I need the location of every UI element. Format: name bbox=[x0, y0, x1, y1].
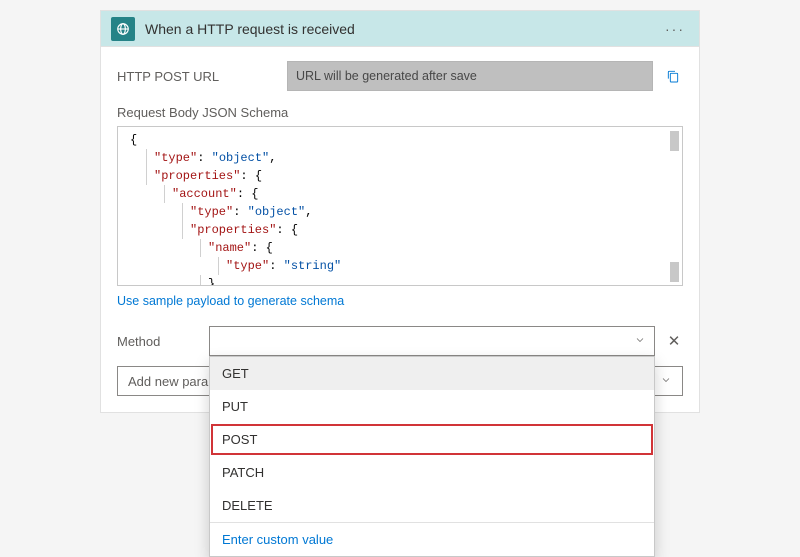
more-options-button[interactable]: ··· bbox=[661, 21, 689, 37]
method-dropdown[interactable] bbox=[209, 326, 655, 356]
card-body: HTTP POST URL URL will be generated afte… bbox=[101, 47, 699, 412]
post-url-label: HTTP POST URL bbox=[117, 69, 287, 84]
method-option-post[interactable]: POST bbox=[210, 423, 654, 456]
use-sample-payload-link[interactable]: Use sample payload to generate schema bbox=[117, 294, 344, 308]
http-request-icon bbox=[111, 17, 135, 41]
method-option-custom[interactable]: Enter custom value bbox=[210, 522, 654, 556]
card-title: When a HTTP request is received bbox=[145, 21, 661, 37]
method-option-delete[interactable]: DELETE bbox=[210, 489, 654, 522]
json-schema-editor[interactable]: { "type": "object", "properties": { "acc… bbox=[117, 126, 683, 286]
post-url-row: HTTP POST URL URL will be generated afte… bbox=[117, 61, 683, 91]
card-header[interactable]: When a HTTP request is received ··· bbox=[101, 11, 699, 47]
method-dropdown-panel: GET PUT POST PATCH DELETE Enter custom v… bbox=[209, 356, 655, 557]
copy-url-button[interactable] bbox=[663, 66, 683, 86]
method-label: Method bbox=[117, 334, 209, 349]
method-option-put[interactable]: PUT bbox=[210, 390, 654, 423]
trigger-card: When a HTTP request is received ··· HTTP… bbox=[100, 10, 700, 413]
method-option-patch[interactable]: PATCH bbox=[210, 456, 654, 489]
copy-icon bbox=[665, 68, 681, 84]
method-row: Method GET PUT POST PATCH DELETE Enter c… bbox=[117, 326, 683, 356]
chevron-down-icon bbox=[634, 334, 646, 349]
chevron-down-icon bbox=[660, 374, 672, 389]
method-option-get[interactable]: GET bbox=[210, 357, 654, 390]
clear-method-button[interactable]: ✕ bbox=[665, 332, 683, 350]
post-url-value: URL will be generated after save bbox=[287, 61, 653, 91]
schema-label: Request Body JSON Schema bbox=[117, 105, 683, 120]
